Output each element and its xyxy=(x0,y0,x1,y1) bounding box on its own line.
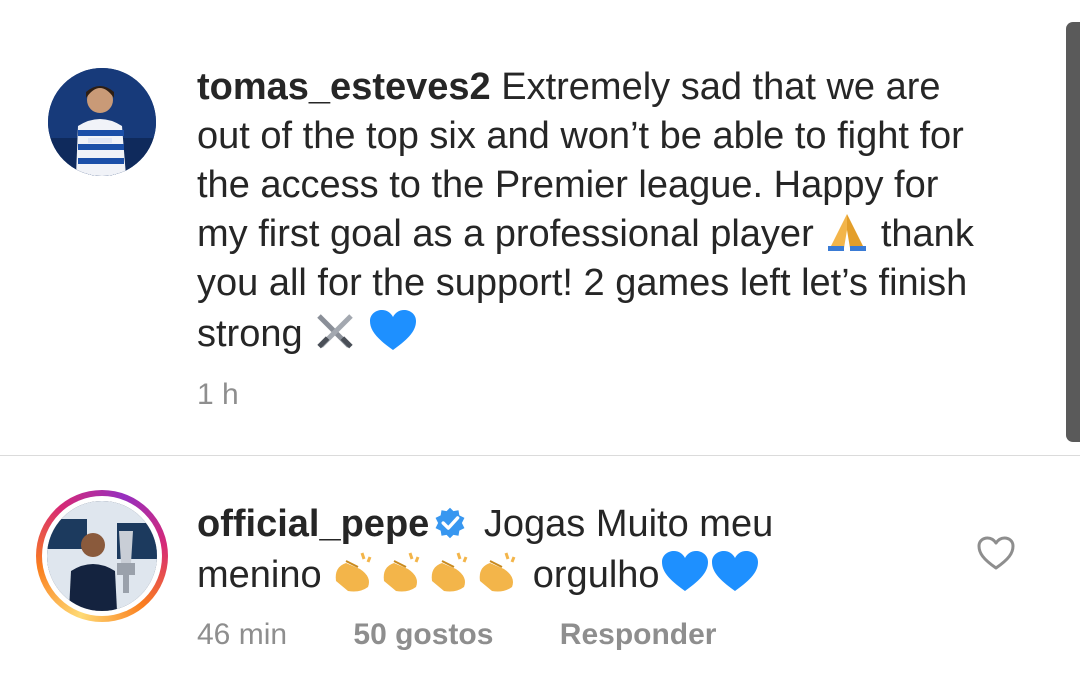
reply-button[interactable]: Responder xyxy=(560,618,717,651)
blue-hearts-icon xyxy=(660,549,760,593)
caption-comment: tomas_esteves2 Extremely sad that we are… xyxy=(0,0,1080,455)
caption-meta: 1 h xyxy=(197,378,297,412)
avatar-photo xyxy=(47,501,157,611)
avatar-tomas[interactable] xyxy=(48,68,156,176)
caption-username[interactable]: tomas_esteves2 xyxy=(197,66,491,108)
caption-text: tomas_esteves2 Extremely sad that we are… xyxy=(197,63,997,359)
reply-comment: official_pepe Jogas Muito meu menino org… xyxy=(0,456,1080,698)
comments-screen: tomas_esteves2 Extremely sad that we are… xyxy=(0,0,1080,698)
scrollbar-thumb[interactable] xyxy=(1066,22,1080,442)
avatar-photo xyxy=(48,68,156,176)
folded-hands-icon xyxy=(824,210,870,252)
blue-heart-icon xyxy=(368,308,418,352)
clapping-hands-icon xyxy=(332,551,522,593)
like-heart-icon[interactable] xyxy=(976,535,1016,571)
reply-meta: 46 min 50 gostos Responder xyxy=(197,618,774,652)
verified-badge-icon xyxy=(435,507,465,539)
reply-text: official_pepe Jogas Muito meu menino org… xyxy=(197,500,857,600)
reply-time: 46 min xyxy=(197,618,288,651)
avatar-pepe xyxy=(47,501,157,611)
reply-text-part2: orgulho xyxy=(532,554,660,596)
caption-time: 1 h xyxy=(197,378,239,411)
crossed-swords-icon xyxy=(313,310,357,352)
reply-username[interactable]: official_pepe xyxy=(197,503,429,545)
reply-likes-count[interactable]: 50 gostos xyxy=(353,618,493,651)
avatar-pepe-story-ring[interactable] xyxy=(36,490,168,622)
